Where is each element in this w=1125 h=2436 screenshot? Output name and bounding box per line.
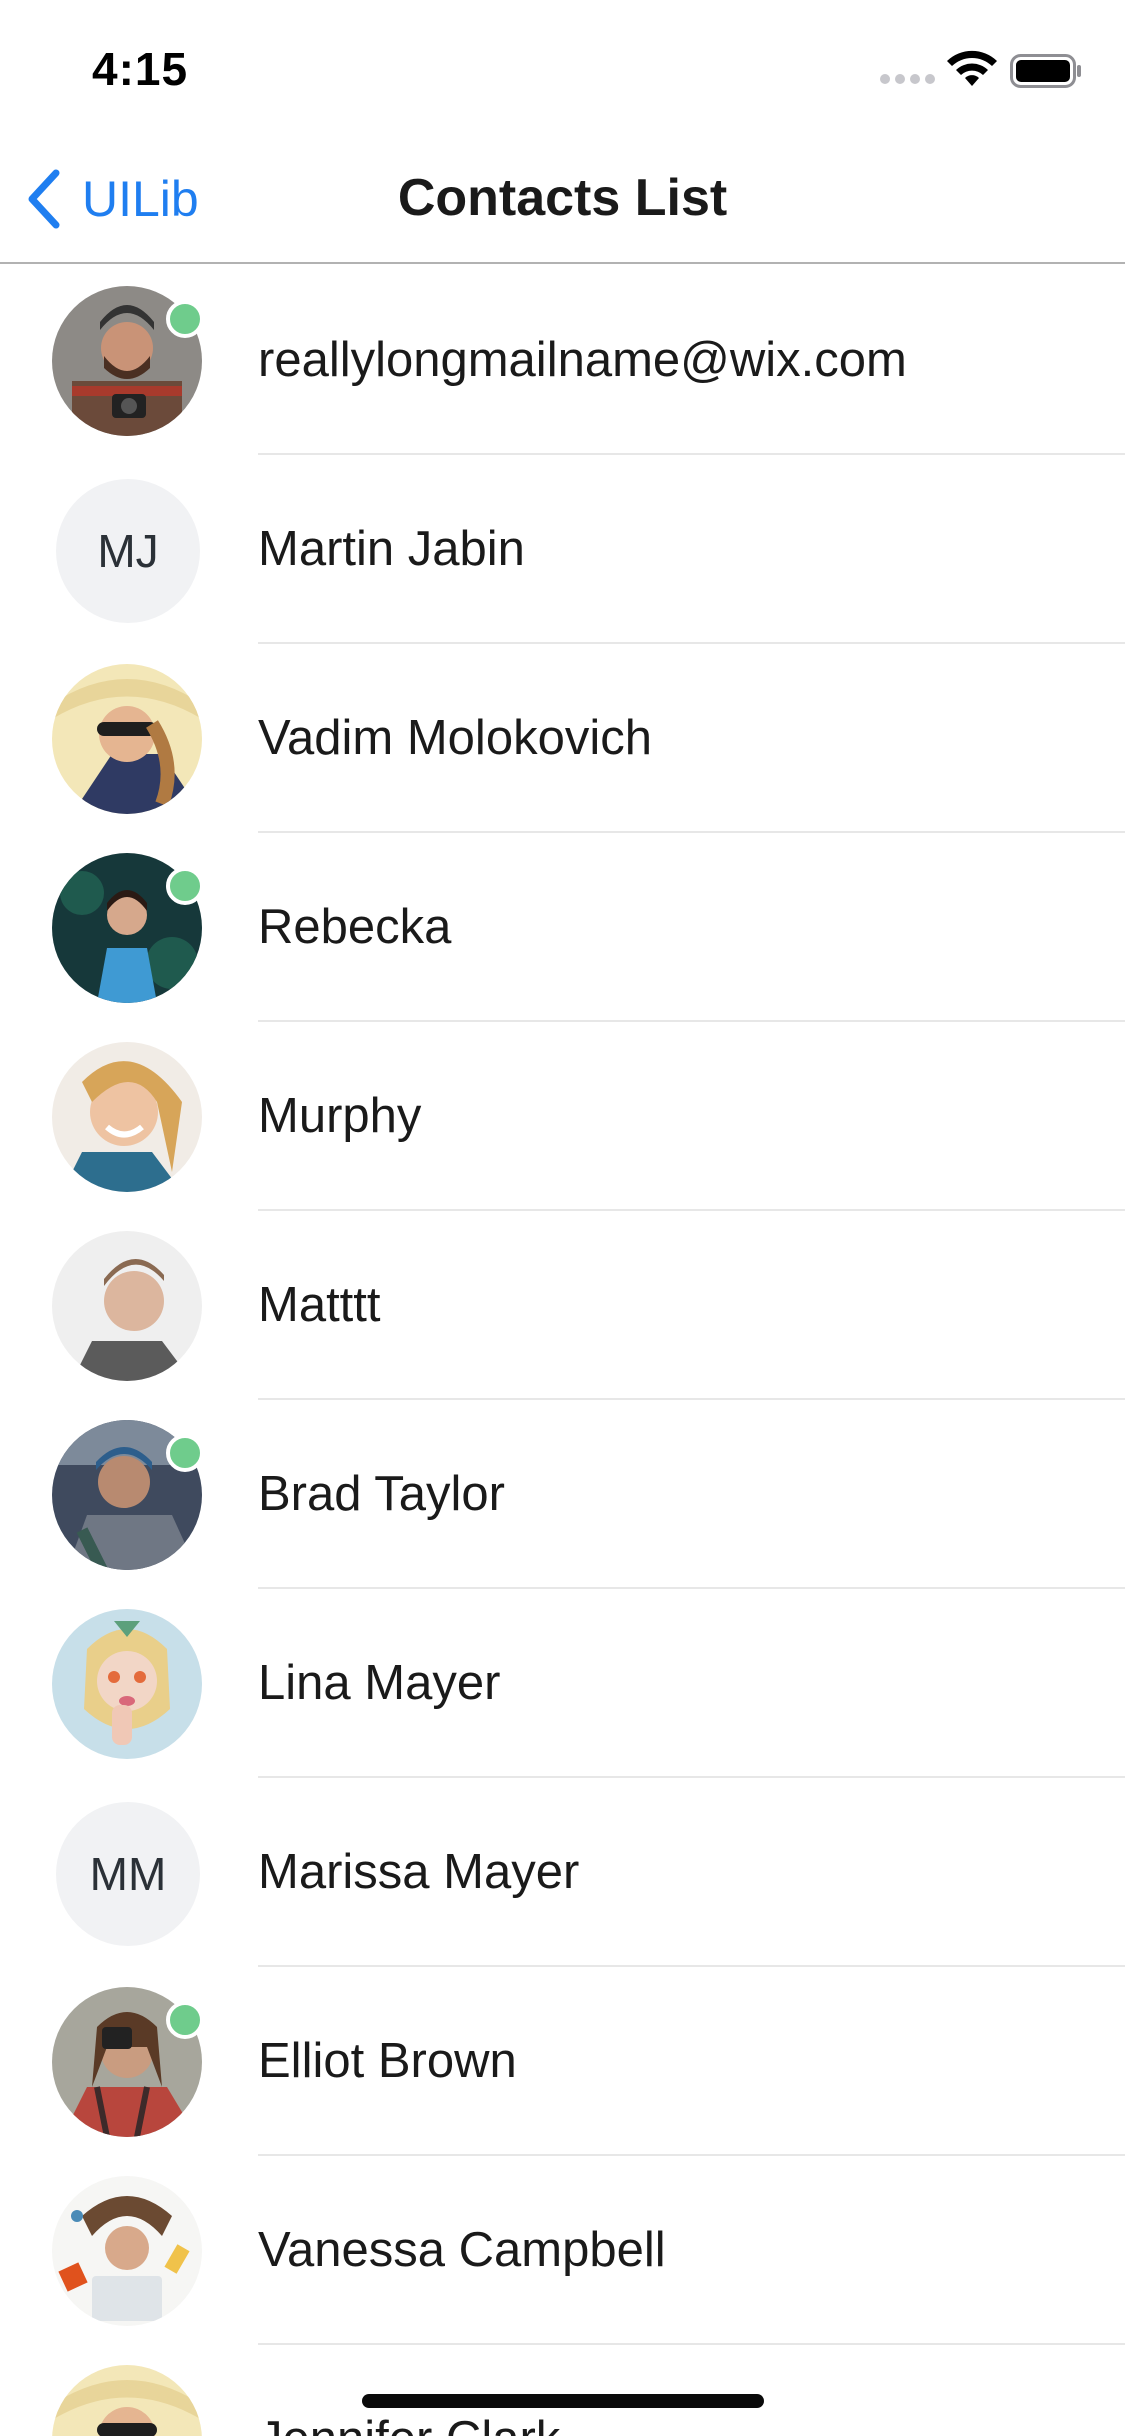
avatar-initials: MM (56, 1802, 200, 1946)
status-bar: 4:15 (0, 0, 1125, 132)
avatar (52, 1609, 202, 1759)
navigation-bar: UILib Contacts List (0, 132, 1125, 264)
contact-name: Martin Jabin (258, 522, 525, 576)
contact-name: Marissa Mayer (258, 1845, 580, 1899)
status-time: 4:15 (92, 43, 189, 95)
contact-row[interactable]: Matttt (0, 1211, 1125, 1400)
contact-name: Vanessa Campbell (258, 2223, 666, 2277)
contact-name: reallylongmailname@wix.com (258, 333, 907, 387)
avatar (52, 2365, 202, 2436)
contact-row[interactable]: MJ Martin Jabin (0, 455, 1125, 644)
online-status-indicator (166, 2001, 204, 2039)
contact-row[interactable]: Lina Mayer (0, 1589, 1125, 1778)
home-indicator[interactable] (362, 2394, 764, 2408)
contact-row[interactable]: Vanessa Campbell (0, 2156, 1125, 2345)
contact-name: Jennifer Clark (258, 2345, 560, 2436)
contact-row[interactable]: Murphy (0, 1022, 1125, 1211)
wifi-icon (947, 50, 997, 86)
contact-row[interactable]: Rebecka (0, 833, 1125, 1022)
avatar (52, 664, 202, 814)
contact-row[interactable]: Brad Taylor (0, 1400, 1125, 1589)
contact-name: Elliot Brown (258, 2034, 517, 2088)
contact-row[interactable]: MM Marissa Mayer (0, 1778, 1125, 1967)
online-status-indicator (166, 1434, 204, 1472)
contact-name: Matttt (258, 1278, 381, 1332)
avatar (52, 2176, 202, 2326)
contact-row[interactable]: Vadim Molokovich (0, 644, 1125, 833)
avatar (52, 1231, 202, 1381)
contact-name: Vadim Molokovich (258, 711, 652, 765)
contact-row[interactable]: reallylongmailname@wix.com (0, 266, 1125, 455)
contact-list[interactable]: reallylongmailname@wix.com MJ Martin Jab… (0, 266, 1125, 2436)
contact-name: Rebecka (258, 900, 452, 954)
avatar (52, 1042, 202, 1192)
contact-name: Lina Mayer (258, 1656, 501, 1710)
contact-row[interactable]: Elliot Brown (0, 1967, 1125, 2156)
page-title: Contacts List (397, 169, 728, 227)
online-status-indicator (166, 300, 204, 338)
contact-row[interactable]: Jennifer Clark (0, 2345, 1125, 2436)
contact-name: Murphy (258, 1089, 422, 1143)
battery-icon (1010, 54, 1081, 88)
cellular-signal-icon (880, 74, 936, 86)
online-status-indicator (166, 867, 204, 905)
avatar-initials: MJ (56, 479, 200, 623)
contact-name: Brad Taylor (258, 1467, 505, 1521)
